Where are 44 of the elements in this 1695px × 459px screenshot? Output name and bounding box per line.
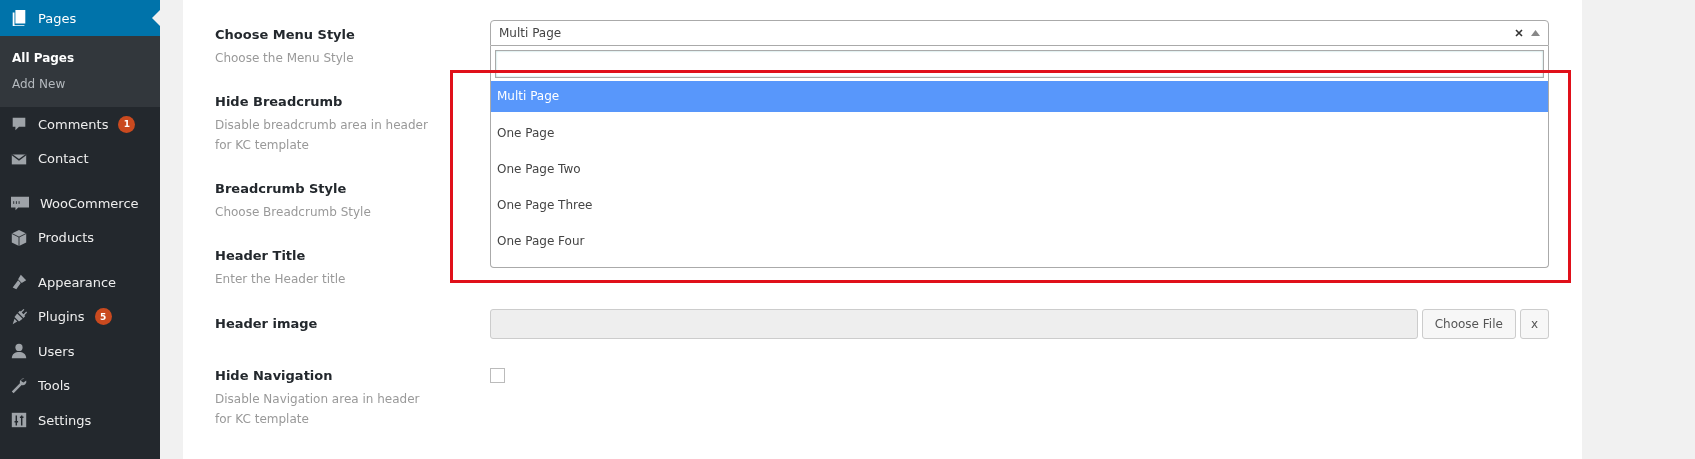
- dropdown-option[interactable]: One Page Four: [491, 223, 1548, 259]
- sidebar-item[interactable]: WooCommerce: [0, 186, 160, 221]
- field-description: Disable Navigation area in header for KC template: [215, 391, 421, 428]
- choose-file-button[interactable]: Choose File: [1421, 309, 1516, 339]
- field-label: Hide Navigation: [215, 367, 334, 385]
- dropdown-option[interactable]: One Page Two: [491, 151, 1548, 187]
- field-label: Header Title: [215, 247, 307, 265]
- box-icon: [10, 228, 28, 247]
- checkbox[interactable]: [490, 368, 505, 383]
- pointer-notch: [152, 10, 160, 26]
- field-label: Hide Breadcrumb: [215, 93, 344, 111]
- dropdown-option[interactable]: One Page: [491, 115, 1548, 151]
- sidebar-item[interactable]: Appearance: [0, 265, 160, 300]
- paintbrush-icon: [10, 273, 28, 292]
- sidebar-item[interactable]: Plugins 5: [0, 299, 160, 334]
- field-description: Disable breadcrumb area in header for KC template: [215, 117, 429, 154]
- sidebar-item[interactable]: Settings: [0, 403, 160, 438]
- sidebar-item[interactable]: Users: [0, 334, 160, 369]
- count-badge: 1: [118, 115, 136, 133]
- wrench-icon: [10, 376, 28, 395]
- submenu-item[interactable]: Add New: [0, 71, 160, 97]
- sidebar-item[interactable]: Products: [0, 220, 160, 255]
- sidebar-item[interactable]: Tools: [0, 368, 160, 403]
- sliders-icon: [10, 411, 28, 430]
- user-icon: [10, 342, 28, 361]
- submenu-item[interactable]: All Pages: [0, 45, 160, 71]
- field-description: Enter the Header title: [215, 271, 347, 288]
- sidebar-item[interactable]: Comments 1: [0, 107, 160, 142]
- plug-icon: [10, 307, 28, 326]
- sidebar-item[interactable]: Contact: [0, 141, 160, 176]
- pages-icon: [10, 9, 28, 27]
- field-description: Choose Breadcrumb Style: [215, 204, 372, 221]
- field-label: Choose Menu Style: [215, 26, 356, 44]
- clear-button[interactable]: x: [1519, 309, 1549, 339]
- clear-icon[interactable]: [1515, 29, 1523, 37]
- caret-icon[interactable]: [1531, 30, 1540, 36]
- count-badge: 5: [94, 308, 112, 326]
- menu-style-select[interactable]: Multi Page: [490, 20, 1549, 46]
- sidebar-item[interactable]: Pages: [0, 0, 160, 36]
- field-label: Header image: [215, 315, 319, 333]
- file-path-field[interactable]: [490, 309, 1418, 339]
- field-label: Breadcrumb Style: [215, 180, 348, 198]
- dropdown-option[interactable]: One Page Three: [491, 187, 1548, 223]
- field-description: Choose the Menu Style: [215, 50, 355, 67]
